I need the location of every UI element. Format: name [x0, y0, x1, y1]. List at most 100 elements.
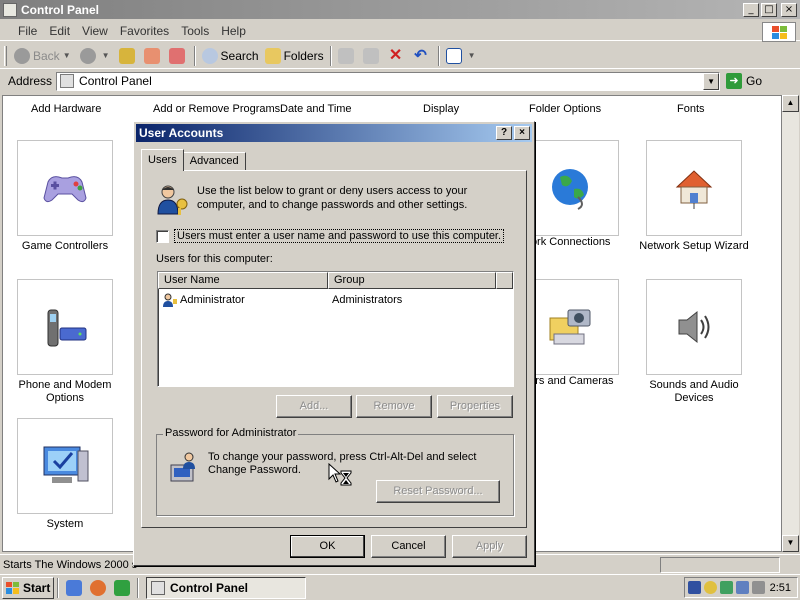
- phone-modem-icon: [17, 279, 113, 375]
- col-user-name[interactable]: User Name: [158, 272, 328, 289]
- alert-tray-icon[interactable]: [704, 581, 717, 594]
- apply-button[interactable]: Apply: [452, 535, 527, 558]
- listview-header: User Name Group: [158, 272, 513, 289]
- cp-fonts[interactable]: Fonts: [677, 103, 705, 115]
- start-button[interactable]: Start: [2, 576, 54, 599]
- cp-scanners-cameras-label: ners and Cameras: [523, 375, 614, 387]
- window-title: Control Panel: [21, 2, 100, 17]
- forward-dropdown-icon[interactable]: ▼: [102, 51, 110, 60]
- forward-button[interactable]: ▼: [77, 45, 116, 67]
- tab-advanced[interactable]: Advanced: [182, 152, 246, 171]
- control-panel-icon: [151, 580, 165, 595]
- scanner-camera-icon: [523, 279, 619, 375]
- ok-button[interactable]: OK: [290, 535, 365, 558]
- dialog-title: User Accounts: [139, 126, 224, 140]
- cp-sounds-audio[interactable]: Sounds and Audio Devices: [629, 279, 759, 405]
- require-login-label[interactable]: Users must enter a user name and passwor…: [174, 229, 505, 243]
- favorites-add-button[interactable]: [141, 45, 166, 67]
- media-player-icon[interactable]: [90, 579, 106, 596]
- views-button[interactable]: ▼: [443, 45, 482, 67]
- back-dropdown-icon[interactable]: ▼: [63, 51, 71, 60]
- cp-system[interactable]: System: [5, 418, 125, 531]
- reset-password-button[interactable]: Reset Password...: [376, 480, 500, 503]
- cp-phone-modem[interactable]: Phone and Modem Options: [5, 279, 125, 405]
- folders-button[interactable]: Folders: [262, 45, 327, 67]
- cp-system-label: System: [46, 518, 84, 530]
- menu-help[interactable]: Help: [215, 24, 252, 38]
- tab-users[interactable]: Users: [141, 149, 184, 171]
- cp-date-time[interactable]: Date and Time: [280, 103, 352, 115]
- scroll-down-button[interactable]: ▼: [782, 535, 799, 552]
- dialog-tabs: Users Advanced: [141, 149, 246, 171]
- user-icon: [163, 293, 177, 307]
- search-icon: [201, 47, 218, 64]
- cancel-button[interactable]: Cancel: [371, 535, 446, 558]
- undo-button[interactable]: ↶: [410, 45, 435, 67]
- menu-tools[interactable]: Tools: [175, 24, 215, 38]
- close-button[interactable]: ×: [781, 2, 797, 17]
- task-label: Control Panel: [170, 580, 249, 595]
- cp-network-connections-label: work Connections: [523, 236, 611, 248]
- windows-flag-icon: [6, 581, 20, 594]
- user-accounts-dialog: User Accounts ? × Users Advanced Use the…: [133, 121, 535, 566]
- users-key-icon: [156, 184, 190, 216]
- row-user-name: Administrator: [180, 293, 245, 306]
- antivirus-tray-icon[interactable]: [720, 581, 733, 594]
- delete-button[interactable]: ✕: [385, 45, 410, 67]
- search-label: Search: [220, 48, 259, 63]
- minimize-button[interactable]: _: [743, 2, 759, 17]
- cp-game-controllers[interactable]: Game Controllers: [5, 140, 125, 253]
- taskbar-control-panel[interactable]: Control Panel: [146, 576, 306, 599]
- views-dropdown-icon[interactable]: ▼: [468, 51, 476, 60]
- col-group[interactable]: Group: [328, 272, 496, 289]
- scroll-up-button[interactable]: ▲: [782, 95, 799, 112]
- taskbar: Start Control Panel 2:51: [0, 574, 800, 600]
- connection-tray-icon[interactable]: [736, 581, 749, 594]
- menu-favorites[interactable]: Favorites: [114, 24, 175, 38]
- dialog-close-button[interactable]: ×: [514, 126, 530, 140]
- back-label: Back: [33, 48, 60, 63]
- search-button[interactable]: Search: [199, 45, 262, 67]
- table-row[interactable]: Administrator Administrators: [158, 291, 513, 308]
- menu-view[interactable]: View: [76, 24, 114, 38]
- menu-file[interactable]: File: [12, 24, 43, 38]
- back-button[interactable]: Back ▼: [11, 45, 77, 67]
- system-tray: 2:51: [684, 577, 798, 598]
- add-user-button[interactable]: Add...: [276, 395, 352, 418]
- row-group: Administrators: [332, 293, 403, 306]
- quick-launch-icon[interactable]: [114, 579, 130, 596]
- go-button[interactable]: ➜ Go: [726, 73, 762, 89]
- up-button[interactable]: [116, 45, 141, 67]
- cp-add-hardware[interactable]: Add Hardware: [31, 103, 101, 115]
- help-button[interactable]: ?: [496, 126, 512, 140]
- cp-scanners-cameras[interactable]: ners and Cameras: [523, 279, 623, 388]
- address-dropdown-icon[interactable]: ▼: [703, 72, 720, 90]
- internet-explorer-icon[interactable]: [66, 579, 82, 596]
- users-listview[interactable]: User Name Group Administrator Administra…: [157, 271, 514, 387]
- windows-logo: [762, 22, 796, 42]
- cp-folder-options[interactable]: Folder Options: [529, 103, 601, 115]
- network-tray-icon[interactable]: [688, 581, 701, 594]
- status-pane: [660, 557, 780, 573]
- delete-x-icon: ✕: [388, 46, 403, 64]
- folder-delete-button[interactable]: [166, 45, 191, 67]
- cp-network-connections[interactable]: work Connections: [523, 140, 619, 249]
- menu-edit[interactable]: Edit: [43, 24, 76, 38]
- toolbar-separator: [329, 45, 332, 66]
- cp-add-remove-programs[interactable]: Add or Remove Programs: [153, 103, 280, 115]
- require-login-checkbox[interactable]: [156, 229, 169, 243]
- cp-display[interactable]: Display: [423, 103, 459, 115]
- undo-icon: ↶: [414, 46, 427, 64]
- copy-to-button[interactable]: [360, 45, 385, 67]
- remove-user-button[interactable]: Remove: [356, 395, 432, 418]
- volume-tray-icon[interactable]: [752, 581, 765, 594]
- network-home-icon: [646, 140, 742, 236]
- move-to-button[interactable]: [335, 45, 360, 67]
- cp-network-setup-wizard[interactable]: Network Setup Wizard: [629, 140, 759, 253]
- properties-button[interactable]: Properties: [437, 395, 513, 418]
- up-folder-icon: [118, 47, 135, 64]
- content-scrollbar[interactable]: ▲ ▼: [782, 95, 799, 552]
- address-input[interactable]: Control Panel ▼: [56, 71, 721, 91]
- require-login-checkbox-row[interactable]: Users must enter a user name and passwor…: [156, 229, 505, 243]
- maximize-button[interactable]: □: [761, 2, 777, 17]
